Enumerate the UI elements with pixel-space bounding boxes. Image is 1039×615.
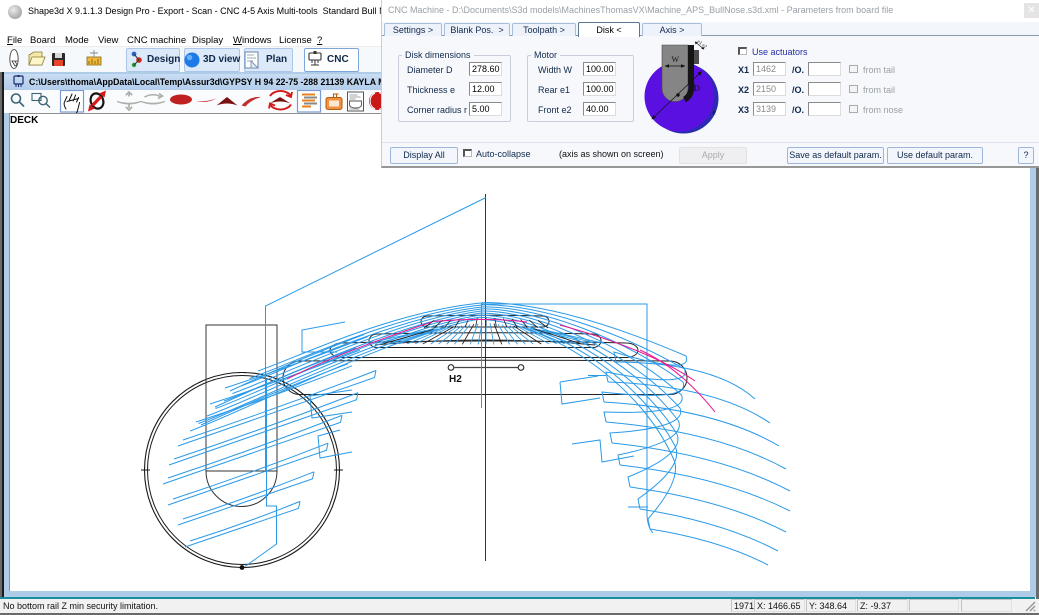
svg-text:D: D (694, 84, 700, 93)
svg-text:H2: H2 (449, 374, 462, 385)
svg-text:W: W (672, 55, 680, 64)
svg-text:e1 e2: e1 e2 (696, 40, 708, 51)
